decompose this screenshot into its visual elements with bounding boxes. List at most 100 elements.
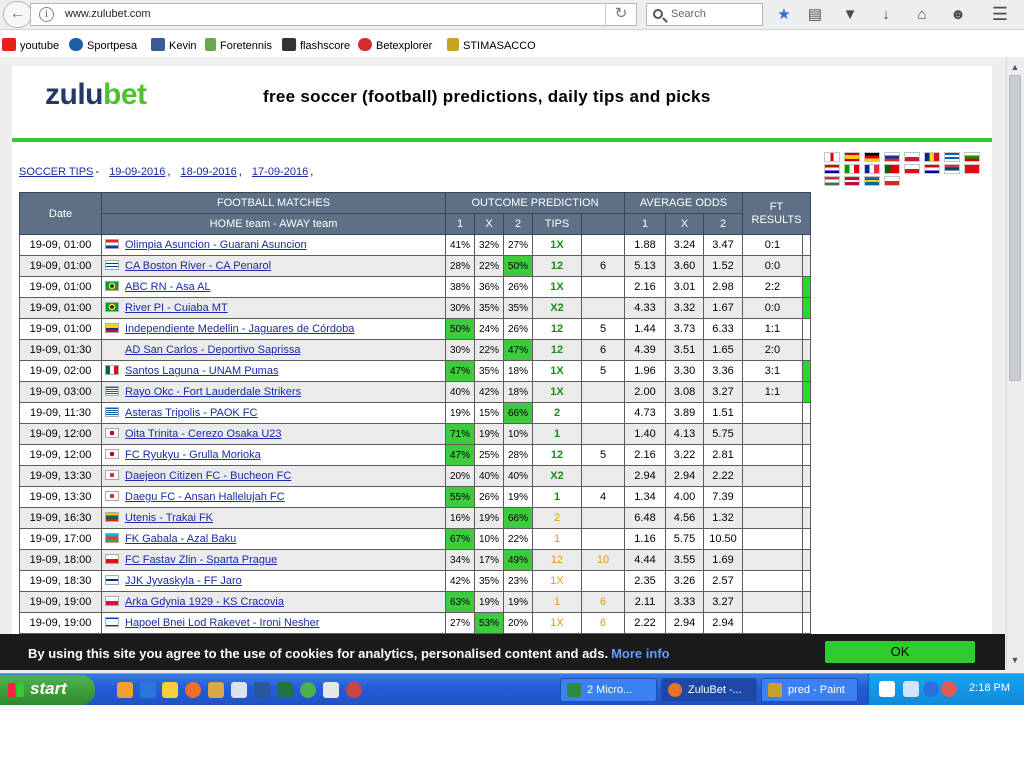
flag-romania-icon[interactable] bbox=[924, 152, 940, 162]
match-link[interactable]: Daegu FC - Ansan Hallelujah FC bbox=[125, 491, 285, 503]
flag-greece-icon bbox=[105, 407, 119, 417]
match-link[interactable]: Rayo Okc - Fort Lauderdale Strikers bbox=[125, 386, 301, 398]
date-link[interactable]: 17-09-2016 bbox=[252, 166, 308, 178]
flag-france-icon[interactable] bbox=[864, 164, 880, 174]
flag-portugal-icon[interactable] bbox=[884, 164, 900, 174]
bookmark-betexplorer[interactable]: Betexplorer bbox=[358, 37, 432, 55]
quicklaunch-media-icon[interactable] bbox=[162, 682, 178, 698]
match-link[interactable]: CA Boston River - CA Penarol bbox=[125, 260, 271, 272]
table-row: 19-09, 13:30 Daegu FC - Ansan Hallelujah … bbox=[19, 486, 812, 508]
match-link[interactable]: Utenis - Trakai FK bbox=[125, 512, 213, 524]
help-icon[interactable] bbox=[879, 681, 895, 697]
quicklaunch-ie-icon[interactable] bbox=[140, 682, 156, 698]
task-paint[interactable]: pred - Paint bbox=[761, 678, 858, 702]
bookmark-stimasacco[interactable]: STIMASACCO bbox=[447, 37, 536, 55]
bookmark-kevin[interactable]: Kevin bbox=[151, 37, 197, 55]
quicklaunch-app-icon[interactable] bbox=[208, 682, 224, 698]
flag-netherlands-icon[interactable] bbox=[824, 164, 840, 174]
flag-turkey-icon[interactable] bbox=[964, 164, 980, 174]
flag-serbia-icon[interactable] bbox=[944, 164, 960, 174]
prob-home: 47% bbox=[445, 444, 475, 466]
downloads-icon[interactable]: ↓ bbox=[875, 4, 897, 26]
flag-czech-icon[interactable] bbox=[904, 164, 920, 174]
match-link[interactable]: Oita Trinita - Cerezo Osaka U23 bbox=[125, 428, 282, 440]
quicklaunch-doc-icon[interactable] bbox=[231, 682, 247, 698]
vertical-scrollbar[interactable]: ▲ ▼ bbox=[1006, 57, 1023, 670]
menu-icon[interactable]: ☰ bbox=[989, 4, 1011, 26]
flag-germany-icon[interactable] bbox=[864, 152, 880, 162]
table-row: 19-09, 12:00 Oita Trinita - Cerezo Osaka … bbox=[19, 423, 812, 445]
flag-poland-icon[interactable] bbox=[904, 152, 920, 162]
tray-expand-icon[interactable] bbox=[923, 681, 939, 697]
bookmark-youtube[interactable]: youtube bbox=[2, 37, 59, 55]
flag-spain-icon[interactable] bbox=[844, 152, 860, 162]
start-button[interactable]: start bbox=[0, 675, 95, 705]
display-icon[interactable] bbox=[903, 681, 919, 697]
url-text[interactable]: www.zulubet.com bbox=[65, 8, 151, 20]
odds-away: 2.22 bbox=[703, 465, 743, 487]
reload-icon[interactable]: ↻ bbox=[605, 4, 636, 25]
pocket-icon[interactable]: ▼ bbox=[839, 4, 861, 26]
match-link[interactable]: River PI - Cuiaba MT bbox=[125, 302, 228, 314]
bookmark-star-icon[interactable]: ★ bbox=[773, 4, 795, 26]
flag-sweden-icon[interactable] bbox=[864, 176, 880, 186]
date-link[interactable]: 19-09-2016 bbox=[109, 166, 165, 178]
site-info-icon[interactable]: i bbox=[39, 7, 54, 22]
match-link[interactable]: JJK Jyvaskyla - FF Jaro bbox=[125, 575, 242, 587]
scroll-down-icon[interactable]: ▼ bbox=[1007, 652, 1023, 668]
cookie-ok-button[interactable]: OK bbox=[825, 641, 975, 663]
quicklaunch-firefox-icon[interactable] bbox=[185, 682, 201, 698]
match-link[interactable]: Daejeon Citizen FC - Bucheon FC bbox=[125, 470, 291, 482]
bookmark-foretennis[interactable]: Foretennis bbox=[205, 37, 272, 55]
match-link[interactable]: FC Fastav Zlin - Sparta Prague bbox=[125, 554, 277, 566]
match-cell: JJK Jyvaskyla - FF Jaro bbox=[101, 570, 446, 592]
bookmark-sportpesa[interactable]: Sportpesa bbox=[69, 37, 137, 55]
flag-hungary-icon[interactable] bbox=[824, 176, 840, 186]
quicklaunch-window-icon[interactable] bbox=[323, 682, 339, 698]
flag-greece-icon[interactable] bbox=[944, 152, 960, 162]
bookmark-flashscore[interactable]: flashscore bbox=[282, 37, 350, 55]
prob-away: 26% bbox=[503, 318, 533, 340]
match-link[interactable]: Arka Gdynia 1929 - KS Cracovia bbox=[125, 596, 284, 608]
more-info-link[interactable]: More info bbox=[611, 646, 670, 661]
match-link[interactable]: Olimpia Asuncion - Guarani Asuncion bbox=[125, 239, 307, 251]
flag-england-icon[interactable] bbox=[824, 152, 840, 162]
match-link[interactable]: Hapoel Bnei Lod Rakevet - Ironi Nesher bbox=[125, 617, 319, 629]
task-zulubet[interactable]: ZuluBet -... bbox=[661, 678, 757, 702]
quicklaunch-red-icon[interactable] bbox=[346, 682, 362, 698]
date-link[interactable]: 18-09-2016 bbox=[181, 166, 237, 178]
scrollbar-thumb[interactable] bbox=[1009, 75, 1021, 381]
quicklaunch-excel-icon[interactable] bbox=[277, 682, 293, 698]
quicklaunch-word-icon[interactable] bbox=[254, 682, 270, 698]
network-icon[interactable] bbox=[941, 681, 957, 697]
reading-list-icon[interactable]: ▤ bbox=[804, 4, 826, 26]
quicklaunch-folder-icon[interactable] bbox=[117, 682, 133, 698]
match-link[interactable]: Asteras Tripolis - PAOK FC bbox=[125, 407, 257, 419]
flag-indonesia-icon[interactable] bbox=[884, 176, 900, 186]
browser-navbar: ← i www.zulubet.com ↻ Search ★ ▤ ▼ ↓ ⌂ ☻… bbox=[0, 0, 1024, 30]
prob-away: 26% bbox=[503, 276, 533, 298]
task-microsoft[interactable]: 2 Micro... bbox=[560, 678, 657, 702]
soccer-tips-link[interactable]: SOCCER TIPS bbox=[19, 166, 93, 178]
back-button[interactable]: ← bbox=[3, 1, 32, 28]
prob-draw: 35% bbox=[474, 570, 504, 592]
flag-italy-icon[interactable] bbox=[844, 164, 860, 174]
odds-away: 3.27 bbox=[703, 591, 743, 613]
quicklaunch-chrome-icon[interactable] bbox=[300, 682, 316, 698]
site-logo[interactable]: zulubet bbox=[45, 78, 147, 112]
flag-russia-icon[interactable] bbox=[884, 152, 900, 162]
match-link[interactable]: Santos Laguna - UNAM Pumas bbox=[125, 365, 278, 377]
match-link[interactable]: AD San Carlos - Deportivo Saprissa bbox=[125, 344, 300, 356]
search-input[interactable]: Search bbox=[646, 3, 763, 26]
flag-bulgaria-icon[interactable] bbox=[964, 152, 980, 162]
flag-croatia-icon[interactable] bbox=[924, 164, 940, 174]
match-link[interactable]: ABC RN - Asa AL bbox=[125, 281, 211, 293]
match-link[interactable]: FK Gabala - Azal Baku bbox=[125, 533, 236, 545]
chat-icon[interactable]: ☻ bbox=[947, 4, 969, 26]
scroll-up-icon[interactable]: ▲ bbox=[1007, 59, 1023, 75]
match-link[interactable]: Independiente Medellin - Jaguares de Cór… bbox=[125, 323, 354, 335]
home-icon[interactable]: ⌂ bbox=[911, 4, 933, 26]
match-link[interactable]: FC Ryukyu - Grulla Morioka bbox=[125, 449, 261, 461]
address-bar[interactable]: i www.zulubet.com ↻ bbox=[30, 3, 637, 26]
flag-denmark-icon[interactable] bbox=[844, 176, 860, 186]
